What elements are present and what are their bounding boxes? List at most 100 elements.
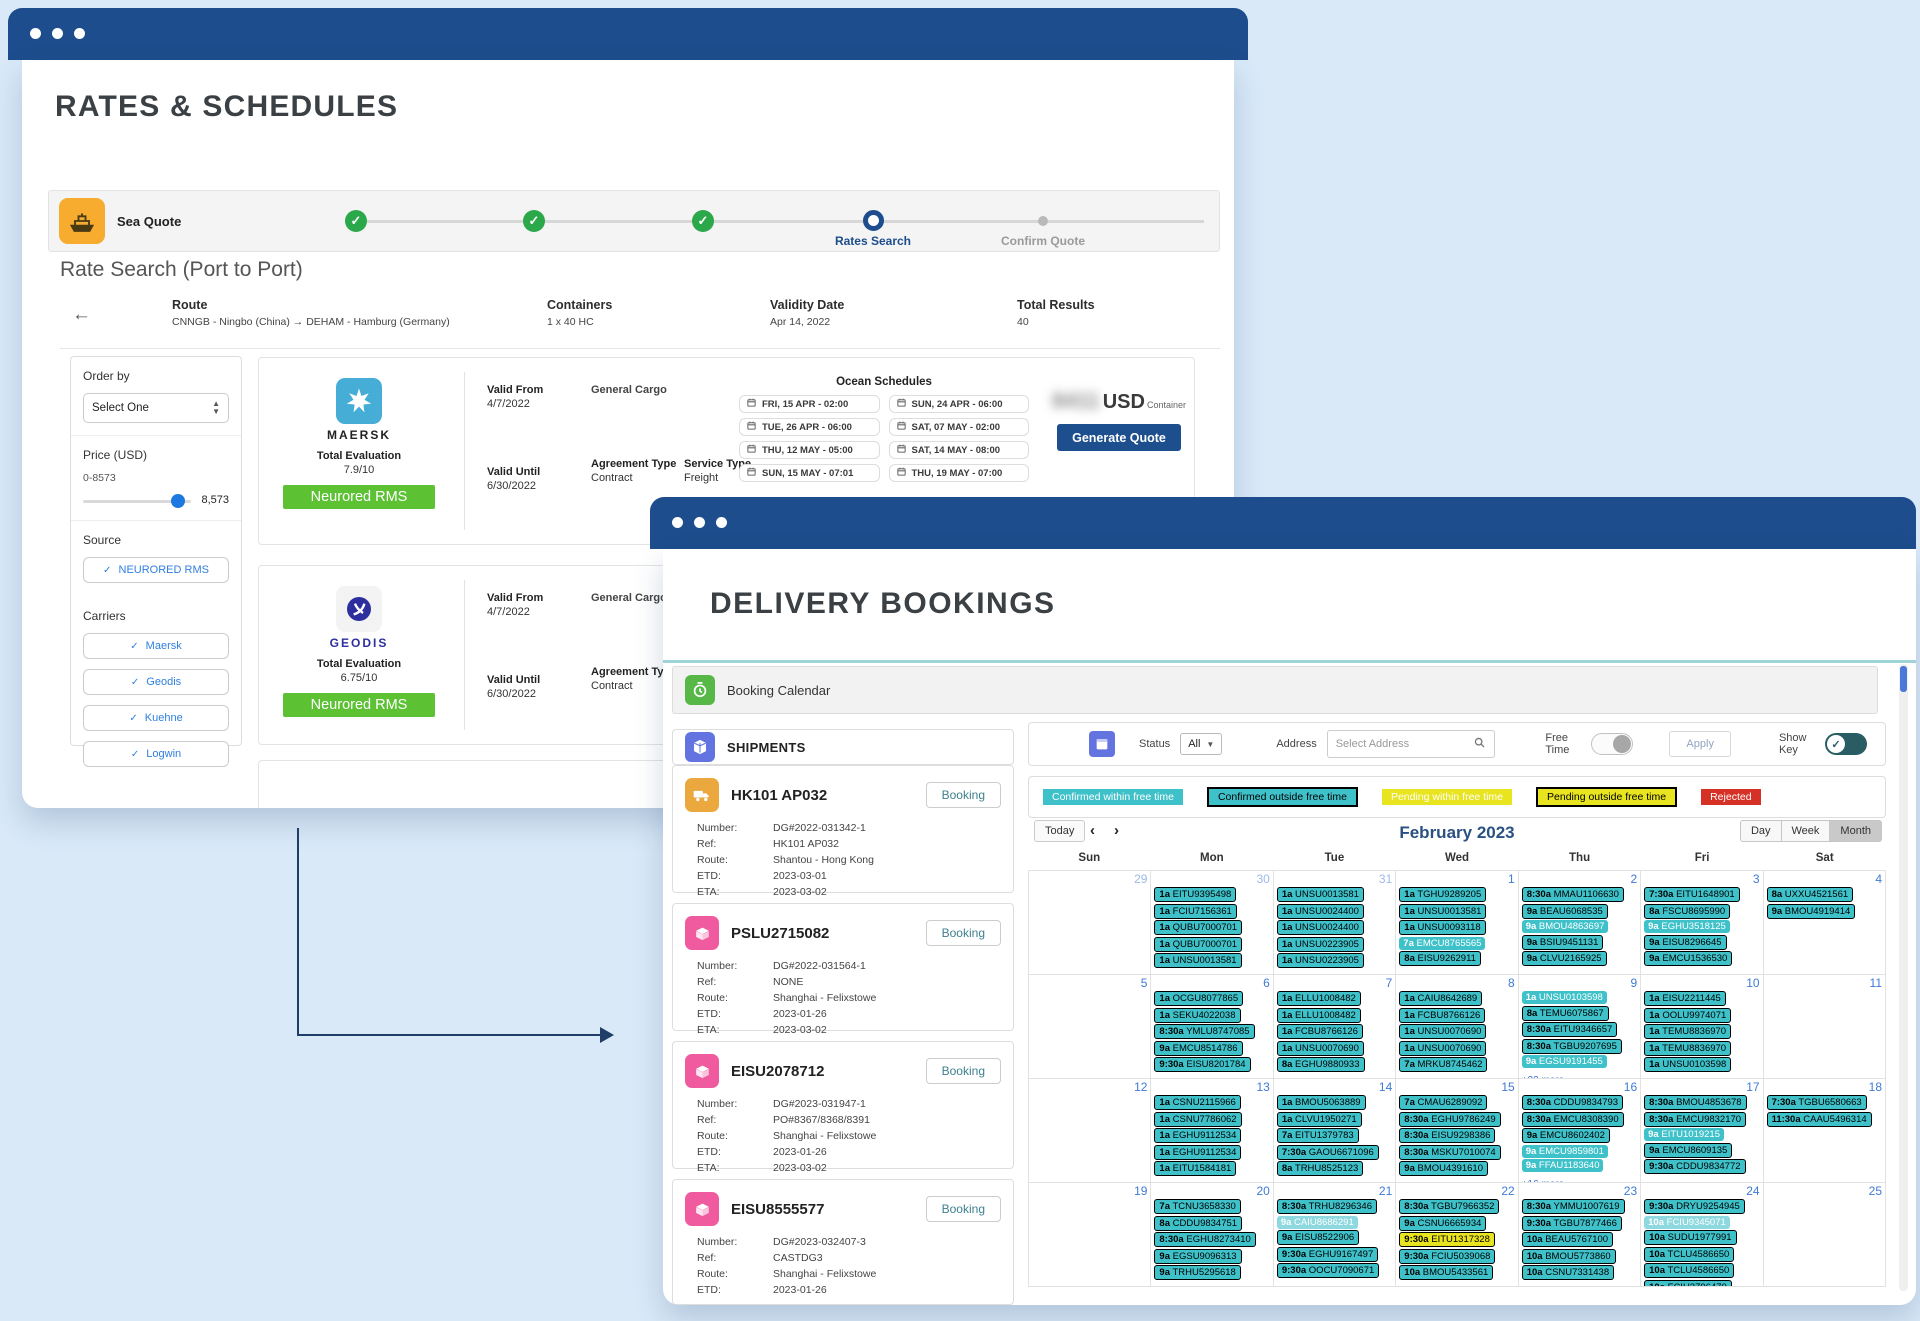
calendar-entry[interactable]: 8a UXXU4521561 [1767,887,1854,902]
schedule-chip[interactable]: THU, 12 MAY - 05:00 [739,441,880,459]
calendar-entry[interactable]: 1a UNSU0024400 [1277,920,1364,935]
calendar-entry[interactable]: 9:30a EISU8201784 [1154,1057,1250,1072]
calendar-entry[interactable]: 9a EMCU1536530 [1644,951,1732,966]
view-day[interactable]: Day [1740,820,1782,842]
calendar-entry[interactable]: 8:30a TRHU8296346 [1277,1199,1377,1214]
carrier-option-maersk[interactable]: ✓ Maersk [83,633,229,659]
calendar-entry[interactable]: 9a CLVU2165925 [1522,951,1607,966]
calendar-entry[interactable]: 1a EITU1584181 [1154,1161,1236,1176]
calendar-entry[interactable]: 1a ELLU1008482 [1277,991,1361,1006]
calendar-entry[interactable]: 1a ELLU1008482 [1277,1008,1361,1023]
calendar-entry[interactable]: 8:30a YMMU1007619 [1522,1199,1625,1214]
calendar-entry[interactable]: 9:30a DRYU9254945 [1644,1199,1745,1214]
more-entries-link[interactable]: +13 more [1154,1287,1197,1288]
source-option-neurored-rms[interactable]: ✓ NEURORED RMS [83,557,229,583]
calendar-entry[interactable]: 8:30a EGHU8273410 [1154,1232,1255,1247]
calendar-entry[interactable]: 8a TEMU6075867 [1522,1006,1609,1021]
calendar-entry[interactable]: 9a BMOU4863697 [1522,920,1609,933]
calendar-entry[interactable]: 8:30a BMOU4853678 [1644,1095,1746,1110]
calendar-entry[interactable]: 9:30a TGBU7877466 [1522,1216,1622,1231]
calendar-entry[interactable]: 1a EGHU9112534 [1154,1145,1241,1160]
schedule-chip[interactable]: SAT, 07 MAY - 02:00 [889,418,1030,436]
more-entries-link[interactable]: +40 more [1277,1285,1320,1288]
calendar-entry[interactable]: 1a CSNU7786062 [1154,1112,1241,1127]
calendar-entry[interactable]: 9a BSIU9451131 [1522,935,1604,950]
calendar-entry[interactable]: 7:30a EITU1648901 [1644,887,1740,902]
order-by-select[interactable]: Select One ▲▼ [83,393,229,423]
calendar-entry[interactable]: 9a EITU1019215 [1644,1128,1724,1141]
calendar-entry[interactable]: 10a TCLU4586650 [1644,1247,1734,1262]
booking-button[interactable]: Booking [926,1058,1001,1084]
calendar-entry[interactable]: 7a TCNU3658330 [1154,1199,1240,1214]
calendar-entry[interactable]: 1a SEKU4022038 [1154,1008,1240,1023]
calendar-entry[interactable]: 9a EMCU9859801 [1522,1145,1608,1158]
calendar-entry[interactable]: 8a TRHU8525123 [1277,1161,1363,1176]
calendar-entry[interactable]: 1a UNSU0070690 [1277,1041,1364,1056]
calendar-entry[interactable]: 8:30a EMCU9832170 [1644,1112,1746,1127]
status-select[interactable]: All ▼ [1180,733,1222,755]
calendar-entry[interactable]: 1a UNSU0103598 [1644,1057,1731,1072]
calendar-entry[interactable]: 10a SUDU1977991 [1644,1230,1736,1245]
calendar-entry[interactable]: 8:30a EISU9298386 [1399,1128,1495,1143]
calendar-entry[interactable]: 7:30a GAOU6671096 [1277,1145,1379,1160]
calendar-entry[interactable]: 1a UNSU0013581 [1277,887,1364,902]
calendar-entry[interactable]: 9a TRHU5295618 [1154,1265,1240,1280]
calendar-entry[interactable]: 11:30a CAAU5496314 [1767,1112,1872,1127]
schedule-chip[interactable]: TUE, 26 APR - 06:00 [739,418,880,436]
calendar-entry[interactable]: 9a EGHU3518125 [1644,920,1730,933]
calendar-entry[interactable]: 9a BEAU6068535 [1522,904,1608,919]
calendar-entry[interactable]: 10a TCLU4586650 [1644,1263,1734,1278]
schedule-chip[interactable]: SUN, 15 MAY - 07:01 [739,464,880,482]
calendar-entry[interactable]: 1a CSNU2115966 [1154,1095,1240,1110]
calendar-entry[interactable]: 9a EMCU8514786 [1154,1041,1242,1056]
calendar-entry[interactable]: 1a UNSU0070690 [1399,1041,1486,1056]
calendar-entry[interactable]: 8:30a TGBU7966352 [1399,1199,1499,1214]
calendar-entry[interactable]: 1a OOLU9974071 [1644,1008,1731,1023]
calendar-entry[interactable]: 9:30a FCIU5039068 [1399,1249,1495,1264]
calendar-entry[interactable]: 10a BEAU5767100 [1522,1232,1613,1247]
calendar-entry[interactable]: 9a CSNU6665934 [1399,1216,1486,1231]
calendar-entry[interactable]: 8a EISU9262911 [1399,951,1481,966]
more-entries-link[interactable]: +5 more [1522,1287,1559,1288]
schedule-chip[interactable]: FRI, 15 APR - 02:00 [739,395,880,413]
calendar-entry[interactable]: 7a CMAU6289092 [1399,1095,1487,1110]
calendar-entry[interactable]: 8:30a CDDU9834793 [1522,1095,1623,1110]
calendar-entry[interactable]: 9a CAIU8686291 [1277,1216,1358,1229]
step-complete-icon[interactable]: ✓ [692,210,714,232]
calendar-entry[interactable]: 8:30a EITU9346657 [1522,1022,1618,1037]
calendar-entry[interactable]: 8a EGHU9880933 [1277,1057,1365,1072]
calendar-entry[interactable]: 1a EGHU9112534 [1154,1128,1241,1143]
step-active-icon[interactable] [863,210,884,231]
calendar-entry[interactable]: 9:30a EITU1317328 [1399,1232,1495,1247]
calendar-entry[interactable]: 8a FSCU8695990 [1644,904,1730,919]
calendar-entry[interactable]: 1a EISU2211445 [1644,991,1726,1006]
calendar-entry[interactable]: 1a UNSU0013581 [1154,953,1241,968]
calendar-entry[interactable]: 8:30a MMAU1106630 [1522,887,1624,902]
apply-button[interactable]: Apply [1669,731,1731,757]
calendar-entry[interactable]: 9a EMCU8602402 [1522,1128,1610,1143]
calendar-entry[interactable]: 10a BMOU5433561 [1399,1265,1493,1280]
calendar-entry[interactable]: 9a EMCU8609135 [1644,1143,1732,1158]
calendar-entry[interactable]: 1a CLVU1950271 [1277,1112,1362,1127]
calendar-entry[interactable]: 1a UNSU0103598 [1522,991,1607,1004]
calendar-entry[interactable]: 9a BMOU4919414 [1767,904,1856,919]
back-arrow-icon[interactable]: ← [72,304,91,326]
scrollbar-thumb[interactable] [1900,666,1907,692]
calendar-entry[interactable]: 7:30a TGBU6580663 [1767,1095,1867,1110]
free-time-toggle[interactable] [1591,733,1633,755]
booking-button[interactable]: Booking [926,782,1001,808]
calendar-entry[interactable]: 1a UNSU0024400 [1277,904,1364,919]
calendar-entry[interactable]: 1a FCBU8766126 [1399,1008,1485,1023]
step-pending-icon[interactable] [1038,216,1048,226]
calendar-entry[interactable]: 8a CDDU9834751 [1154,1216,1242,1231]
calendar-entry[interactable]: 1a CAIU8642689 [1399,991,1482,1006]
vertical-scrollbar[interactable] [1899,664,1908,1291]
calendar-entry[interactable]: 8:30a TGBU9207695 [1522,1039,1622,1054]
calendar-entry[interactable]: 1a TGHU9289205 [1399,887,1486,902]
calendar-entry[interactable]: 9:30a OOCU7090671 [1277,1263,1379,1278]
calendar-entry[interactable]: 1a UNSU0223905 [1277,937,1364,952]
calendar-entry[interactable]: 1a FCIU7156361 [1154,904,1236,919]
schedule-chip[interactable]: SUN, 24 APR - 06:00 [889,395,1030,413]
calendar-entry[interactable]: 8:30a EGHU9786249 [1399,1112,1500,1127]
show-key-toggle[interactable]: ✓ [1825,733,1867,755]
